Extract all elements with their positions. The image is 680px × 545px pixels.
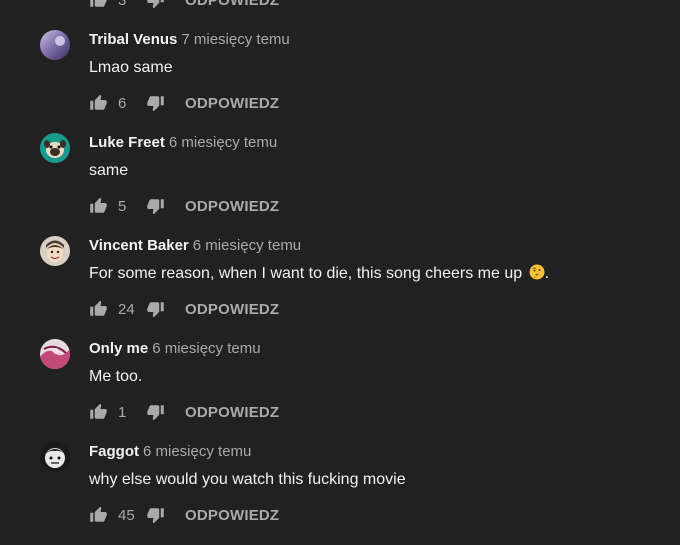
monochrome-avatar[interactable]: [40, 442, 70, 472]
comment-time[interactable]: 6 miesięcy temu: [152, 340, 260, 357]
like-count: 1: [118, 403, 127, 421]
comment-actions: 24 ODPOWIEDZ: [89, 299, 279, 319]
thumbs-up-icon[interactable]: [89, 403, 108, 421]
like-count: 5: [118, 197, 127, 215]
pug-avatar[interactable]: [40, 133, 70, 163]
comment-text-suffix: .: [544, 265, 550, 282]
author-name[interactable]: Only me: [89, 340, 148, 357]
like-count: 6: [118, 94, 127, 112]
comment-actions: 1 ODPOWIEDZ: [89, 402, 279, 422]
comment-time[interactable]: 7 miesięcy temu: [181, 31, 289, 48]
comment-item: Only me 6 miesięcy temu Me too. 1 ODPOWIE…: [0, 339, 680, 442]
thumbs-down-icon[interactable]: [146, 197, 165, 215]
reply-button[interactable]: ODPOWIEDZ: [185, 301, 279, 318]
comment-text: why else would you watch this fucking mo…: [89, 471, 406, 488]
author-name[interactable]: Faggot: [89, 443, 139, 460]
thumbs-down-icon[interactable]: [146, 94, 165, 112]
comment-text: For some reason, when I want to die, thi…: [89, 264, 549, 284]
thumbs-down-icon[interactable]: [146, 403, 165, 421]
author-name[interactable]: Vincent Baker: [89, 237, 189, 254]
comment-item: Faggot 6 miesięcy temu why else would you…: [0, 442, 680, 545]
comment-item: Tribal Venus 7 miesięcy temu Lmao same 6 …: [0, 30, 680, 133]
thumbs-up-icon[interactable]: [89, 94, 108, 112]
thumbs-down-icon[interactable]: [146, 300, 165, 318]
reply-button[interactable]: ODPOWIEDZ: [185, 0, 279, 9]
partial-comment-actions: 3 ODPOWIEDZ: [89, 0, 279, 10]
thumbs-down-icon[interactable]: [146, 506, 165, 524]
thumbs-up-icon[interactable]: [89, 0, 108, 9]
comment-time[interactable]: 6 miesięcy temu: [143, 443, 251, 460]
purple-gradient-avatar[interactable]: [40, 30, 70, 60]
thumbs-up-icon[interactable]: [89, 300, 108, 318]
thinking-face-emoji: [529, 264, 545, 280]
comments-list: 3 ODPOWIEDZ Tribal Venus 7 miesięcy temu…: [0, 0, 680, 539]
comment-header: Faggot 6 miesięcy temu: [89, 442, 251, 462]
like-count: 24: [118, 300, 135, 318]
reply-button[interactable]: ODPOWIEDZ: [185, 507, 279, 524]
thumbs-down-icon[interactable]: [146, 0, 165, 9]
comment-actions: 45 ODPOWIEDZ: [89, 505, 279, 525]
like-count: 45: [118, 506, 135, 524]
comment-text: Me too.: [89, 368, 143, 385]
comment-item: Luke Freet 6 miesięcy temu same 5 ODPOWIE…: [0, 133, 680, 236]
like-count: 3: [118, 0, 127, 9]
reply-button[interactable]: ODPOWIEDZ: [185, 198, 279, 215]
comment-text: same: [89, 162, 129, 179]
author-name[interactable]: Luke Freet: [89, 134, 165, 151]
comment-actions: 5 ODPOWIEDZ: [89, 196, 279, 216]
cartoon-face-avatar[interactable]: [40, 236, 70, 266]
comment-header: Tribal Venus 7 miesięcy temu: [89, 30, 290, 50]
author-name[interactable]: Tribal Venus: [89, 31, 177, 48]
comment-time[interactable]: 6 miesięcy temu: [169, 134, 277, 151]
pink-avatar[interactable]: [40, 339, 70, 369]
thumbs-up-icon[interactable]: [89, 506, 108, 524]
reply-button[interactable]: ODPOWIEDZ: [185, 95, 279, 112]
thumbs-up-icon[interactable]: [89, 197, 108, 215]
reply-button[interactable]: ODPOWIEDZ: [185, 404, 279, 421]
comment-text: Lmao same: [89, 59, 173, 76]
comment-actions: 6 ODPOWIEDZ: [89, 93, 279, 113]
comment-header: Only me 6 miesięcy temu: [89, 339, 261, 359]
comment-time[interactable]: 6 miesięcy temu: [193, 237, 301, 254]
comment-text-body: For some reason, when I want to die, thi…: [89, 265, 523, 282]
comment-header: Luke Freet 6 miesięcy temu: [89, 133, 277, 153]
comment-header: Vincent Baker 6 miesięcy temu: [89, 236, 301, 256]
comment-item: Vincent Baker 6 miesięcy temu For some re…: [0, 236, 680, 339]
